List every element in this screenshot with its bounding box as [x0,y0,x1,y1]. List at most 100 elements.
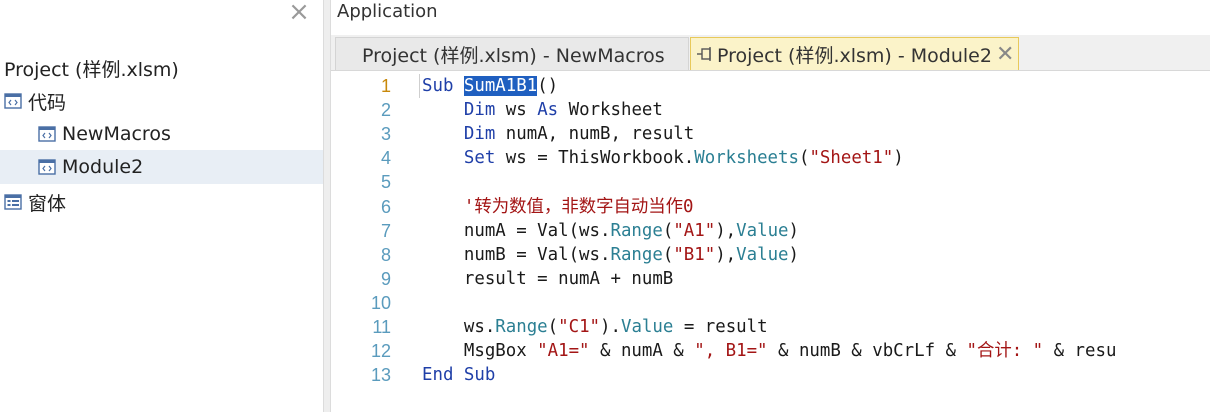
module-icon [38,158,56,176]
code-token: ). [600,317,621,337]
line-number: 7 [380,220,391,241]
current-line-marker [419,74,420,98]
line-number: 5 [380,172,391,193]
code-line[interactable]: 4 Set ws = ThisWorkbook.Worksheets("Shee… [331,146,1210,170]
tab-newmacros[interactable]: Project (样例.xlsm) - NewMacros [335,37,689,70]
code-line[interactable]: 3 Dim numA, numB, result [331,122,1210,146]
code-token: "合计: " [966,341,1044,362]
code-token: ) [893,148,904,169]
code-token: ), [715,244,737,265]
line-number: 1 [380,76,391,96]
tree-item-label: 窗体 [28,192,67,215]
code-token: ), [715,220,737,241]
code-token: numB = Val(ws. [422,244,611,265]
code-text: Dim ws As Worksheet [422,98,663,122]
close-tab-icon[interactable]: ✕ [996,42,1014,67]
code-token: & numB & vbCrLf & [767,341,967,362]
code-token: Dim [463,124,506,145]
line-number: 6 [380,196,391,217]
pane-splitter[interactable] [323,0,331,412]
code-line[interactable]: 9 result = numA + numB [331,267,1210,291]
code-token: numA, numB, result [505,124,695,145]
code-text: result = numA + numB [422,267,673,291]
tree-item-label: 代码 [28,91,67,114]
line-number: 9 [380,268,391,289]
code-text: End Sub [422,363,495,387]
code-token: () [537,76,559,96]
project-explorer-pane: × Project (样例.xlsm) 代码 NewMacros Module2… [0,0,323,412]
code-line[interactable]: 2 Dim ws As Worksheet [331,98,1210,122]
tree-item-label: Module2 [62,156,144,178]
code-text: numB = Val(ws.Range("B1"),Value) [422,243,799,267]
selected-token: SumA1B1 [463,76,538,96]
code-token: "C1" [558,317,601,337]
code-text: '转为数值，非数字自动当作0 [422,195,694,219]
line-number: 10 [370,292,391,313]
object-title: Application [337,1,438,22]
code-line[interactable]: 13 End Sub [331,363,1210,387]
code-line[interactable]: 8 numB = Val(ws.Range("B1"),Value) [331,243,1210,267]
module-icon [38,125,56,143]
code-line[interactable]: 12 MsgBox "A1=" & numA & ", B1=" & numB … [331,339,1210,363]
code-text: Set ws = ThisWorkbook.Worksheets("Sheet1… [422,146,904,170]
code-token: Worksheet [568,100,663,121]
code-token: & numA & [589,341,695,362]
code-line[interactable]: 1 Sub SumA1B1() [331,74,1210,98]
code-token: Value [736,220,789,241]
code-text: MsgBox "A1=" & numA & ", B1=" & numB & v… [422,339,1117,363]
code-token: Sub [422,76,464,96]
line-number: 4 [380,148,391,169]
code-line[interactable]: 6 '转为数值，非数字自动当作0 [331,195,1210,219]
tab-label: Project (样例.xlsm) - NewMacros [362,44,665,67]
code-token: Range [610,220,663,241]
tab-module2[interactable]: Project (样例.xlsm) - Module2 ✕ [690,37,1019,70]
line-number: 3 [380,124,391,145]
pin-icon[interactable] [695,45,715,63]
code-token: Range [610,244,663,265]
code-token: ( [798,148,810,169]
code-token: Worksheets [694,148,799,169]
code-token: "B1" [673,244,716,265]
code-token: ws = ThisWorkbook. [505,148,695,169]
code-token: MsgBox [422,341,538,362]
code-token: ( [662,244,674,265]
code-editor-pane: Application Project (样例.xlsm) - NewMacro… [331,0,1210,412]
project-title[interactable]: Project (样例.xlsm) [4,55,179,82]
code-token: Value [620,317,674,337]
code-token: = result [673,317,768,337]
code-text: numA = Val(ws.Range("A1"),Value) [422,219,799,243]
tab-label: Project (样例.xlsm) - Module2 [717,44,992,67]
code-line[interactable]: 5 [331,170,1210,194]
line-number: 11 [372,317,391,337]
tree-item-label: NewMacros [62,123,171,145]
tree-item-module2[interactable]: Module2 [0,150,323,184]
editor-tab-bar: Project (样例.xlsm) - NewMacros Project (样… [331,35,1210,71]
tree-item-forms-folder[interactable]: 窗体 [4,185,323,219]
tree-item-newmacros[interactable]: NewMacros [0,117,323,151]
code-editor[interactable]: 1 Sub SumA1B1() 2 Dim ws As Worksheet 3 Dim… [331,74,1210,412]
code-token: ) [788,244,799,265]
code-token: "Sheet1" [809,148,894,169]
line-number: 12 [370,341,391,362]
code-token: result = numA + numB [422,268,674,289]
code-line[interactable]: 7 numA = Val(ws.Range("A1"),Value) [331,219,1210,243]
code-token: ", B1=" [694,341,768,362]
tree-item-code-folder[interactable]: 代码 [4,84,323,118]
code-token: Set [463,148,506,169]
code-token: As [537,100,569,121]
code-token: "A1=" [537,341,590,362]
code-token: ( [547,317,559,337]
code-text: Dim numA, numB, result [422,122,694,146]
code-line[interactable]: 11 ws.Range("C1").Value = result [331,315,1210,339]
line-number: 8 [380,244,391,265]
code-line[interactable]: 10 [331,291,1210,315]
code-text: Sub SumA1B1() [422,74,558,98]
code-token: '转为数值，非数字自动当作0 [463,196,694,217]
code-token: ( [662,220,674,241]
close-pane-icon[interactable]: × [286,0,312,25]
code-token: "A1" [673,220,716,241]
